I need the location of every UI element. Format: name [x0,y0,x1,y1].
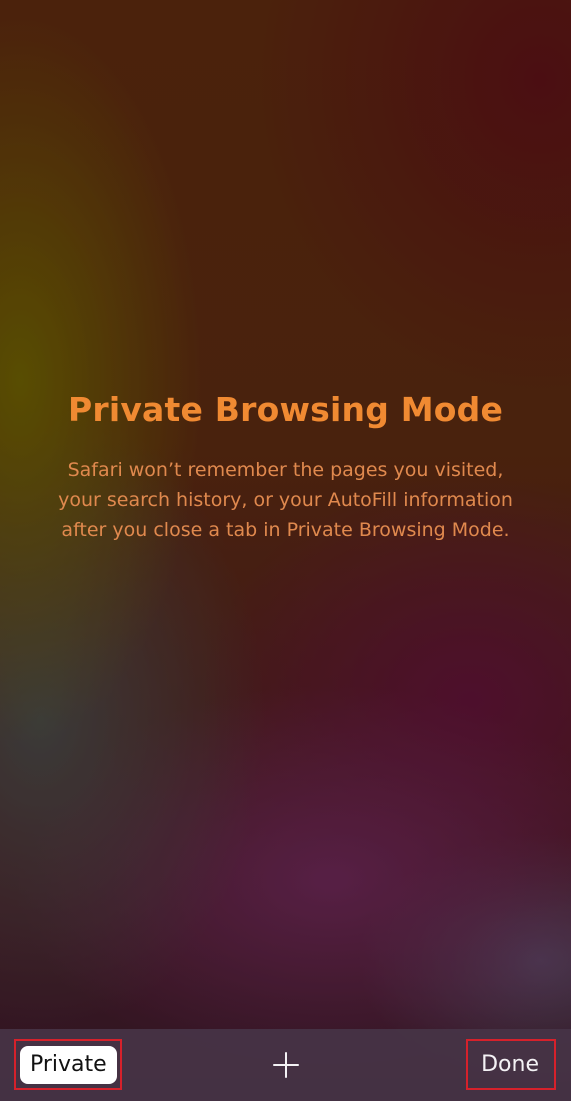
private-mode-description: Safari won’t remember the pages you visi… [58,459,513,541]
background-dim-overlay [0,0,571,1101]
bottom-toolbar: Private Done [0,1029,571,1101]
done-button-highlight [466,1039,556,1090]
plus-icon[interactable] [270,1049,302,1081]
tab-overview-screen: Private Browsing Mode Safari won’t remem… [0,0,571,1101]
private-button-highlight [14,1039,122,1090]
page-title: Private Browsing Mode [67,390,504,429]
private-mode-empty-state: Private Browsing Mode Safari won’t remem… [0,390,571,545]
